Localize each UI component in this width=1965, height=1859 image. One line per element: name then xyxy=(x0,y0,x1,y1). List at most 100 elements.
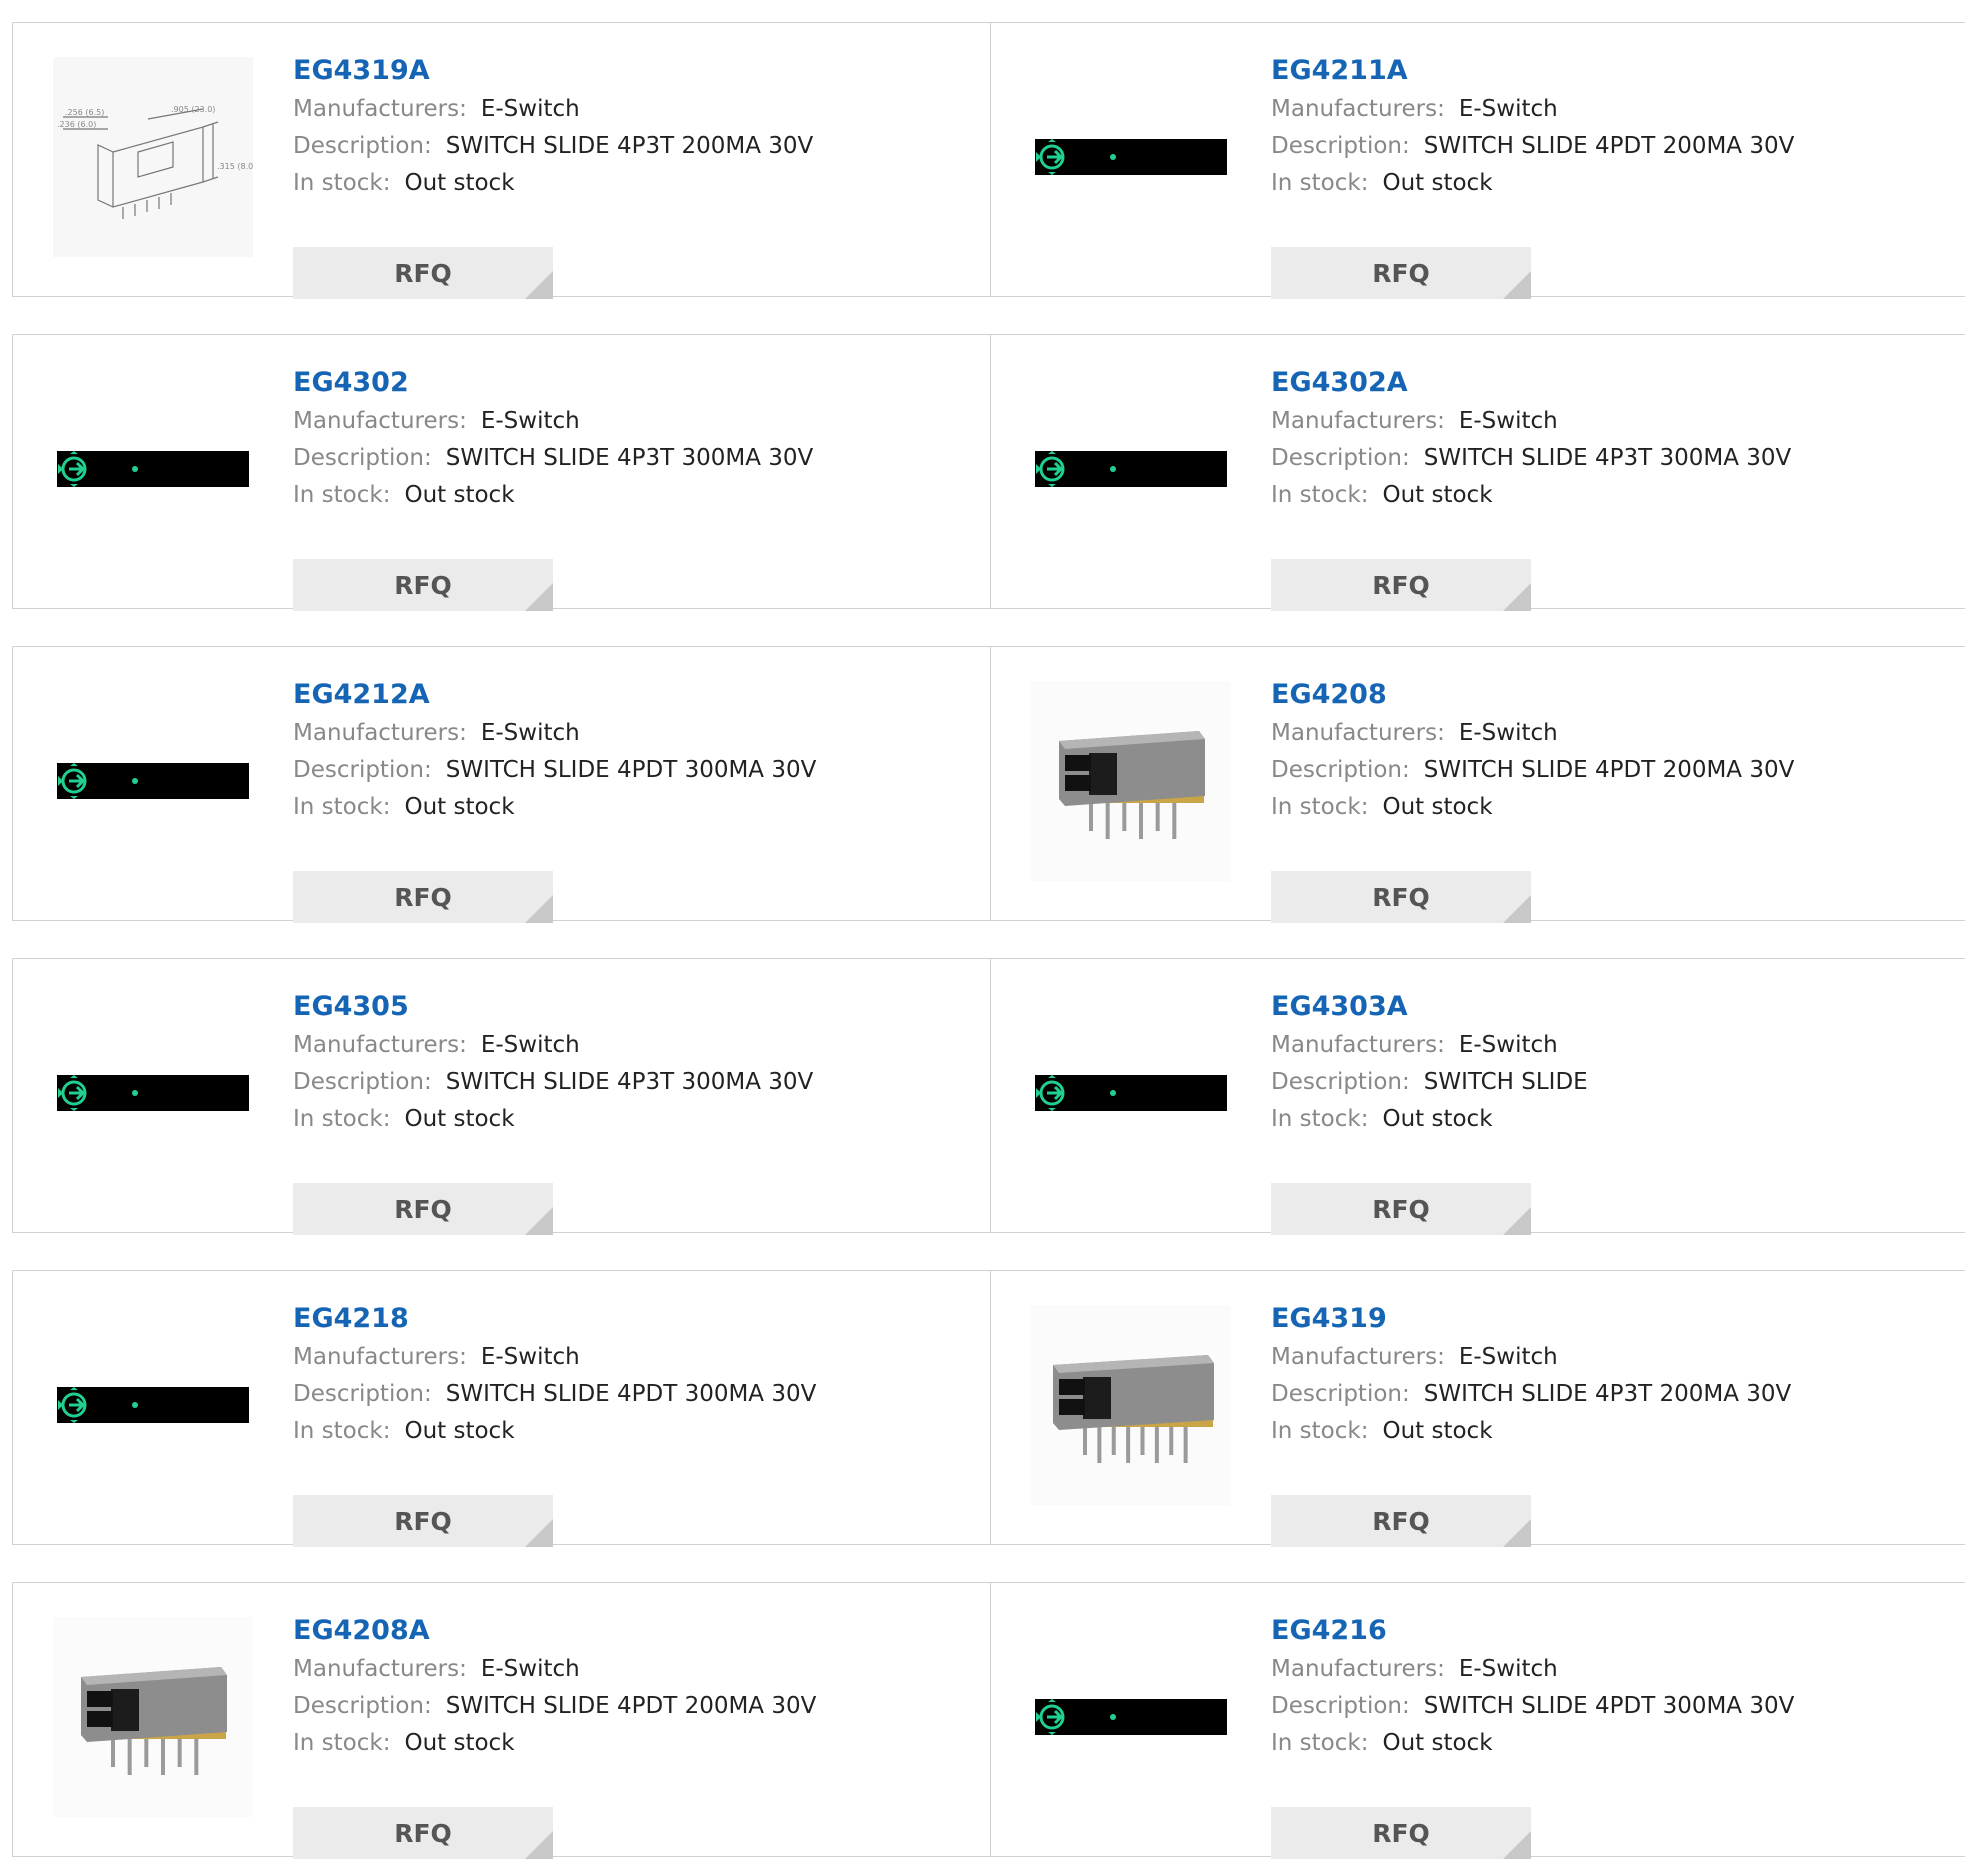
product-image[interactable] xyxy=(53,993,253,1193)
description-value: SWITCH SLIDE 4PDT 200MA 30V xyxy=(1423,757,1795,783)
description-row: Description: SWITCH SLIDE 4P3T 300MA 30V xyxy=(1271,440,1791,477)
rfq-label: RFQ xyxy=(394,258,452,288)
part-number-link[interactable]: EG4302A xyxy=(1271,363,1791,403)
part-number-link[interactable]: EG4319A xyxy=(293,51,813,91)
rfq-button[interactable]: RFQ xyxy=(293,247,553,299)
rfq-button[interactable]: RFQ xyxy=(293,559,553,611)
description-label: Description: xyxy=(293,1693,432,1719)
corner-triangle-icon xyxy=(1503,1519,1531,1547)
stock-row: In stock: Out stock xyxy=(1271,165,1794,201)
corner-triangle-icon xyxy=(525,1831,553,1859)
stock-row: In stock: Out stock xyxy=(293,165,813,201)
product-info: EG4212A Manufacturers: E-Switch Descripti… xyxy=(293,675,816,923)
svg-text:.905 (23.0): .905 (23.0) xyxy=(171,105,215,114)
product-image[interactable] xyxy=(1031,993,1231,1193)
stock-value: Out stock xyxy=(404,1418,515,1444)
manufacturer-label: Manufacturers: xyxy=(293,1344,467,1370)
rfq-button[interactable]: RFQ xyxy=(293,1495,553,1547)
manufacturer-value: E-Switch xyxy=(1458,1344,1558,1370)
manufacturer-row: Manufacturers: E-Switch xyxy=(293,1651,816,1688)
product-card: EG4216 Manufacturers: E-Switch Descriptio… xyxy=(991,1582,1965,1859)
manufacturer-label: Manufacturers: xyxy=(293,96,467,122)
part-number-link[interactable]: EG4208 xyxy=(1271,675,1794,715)
manufacturer-row: Manufacturers: E-Switch xyxy=(1271,91,1794,128)
rfq-button[interactable]: RFQ xyxy=(1271,1183,1531,1235)
product-image[interactable] xyxy=(53,681,253,881)
product-image[interactable] xyxy=(1031,57,1231,257)
manufacturer-value: E-Switch xyxy=(480,720,580,746)
rfq-button[interactable]: RFQ xyxy=(1271,559,1531,611)
manufacturer-row: Manufacturers: E-Switch xyxy=(293,403,813,440)
product-image[interactable] xyxy=(1031,369,1231,569)
description-label: Description: xyxy=(293,445,432,471)
manufacturer-row: Manufacturers: E-Switch xyxy=(1271,403,1791,440)
part-number-link[interactable]: EG4303A xyxy=(1271,987,1588,1027)
product-photo-icon xyxy=(53,1617,253,1817)
image-placeholder-icon xyxy=(1035,451,1227,487)
stock-value: Out stock xyxy=(1382,1418,1493,1444)
rfq-label: RFQ xyxy=(394,1194,452,1224)
product-card: EG4303A Manufacturers: E-Switch Descripti… xyxy=(991,958,1965,1235)
stock-value: Out stock xyxy=(1382,1730,1493,1756)
part-number-link[interactable]: EG4211A xyxy=(1271,51,1794,91)
stock-label: In stock: xyxy=(293,1418,391,1444)
image-placeholder-icon xyxy=(57,451,249,487)
corner-triangle-icon xyxy=(1503,1207,1531,1235)
stock-value: Out stock xyxy=(1382,794,1493,820)
description-row: Description: SWITCH SLIDE 4PDT 300MA 30V xyxy=(293,752,816,789)
manufacturer-row: Manufacturers: E-Switch xyxy=(1271,1651,1794,1688)
rfq-label: RFQ xyxy=(394,1506,452,1536)
part-number-link[interactable]: EG4212A xyxy=(293,675,816,715)
rfq-button[interactable]: RFQ xyxy=(1271,1807,1531,1859)
rfq-button[interactable]: RFQ xyxy=(293,871,553,923)
stock-value: Out stock xyxy=(404,1106,515,1132)
rfq-label: RFQ xyxy=(1372,1506,1430,1536)
product-info: EG4319A Manufacturers: E-Switch Descripti… xyxy=(293,51,813,299)
manufacturer-value: E-Switch xyxy=(1458,408,1558,434)
product-image[interactable] xyxy=(53,1617,253,1817)
part-number-link[interactable]: EG4208A xyxy=(293,1611,816,1651)
stock-label: In stock: xyxy=(1271,1730,1369,1756)
description-label: Description: xyxy=(293,1069,432,1095)
rfq-button[interactable]: RFQ xyxy=(293,1183,553,1235)
part-number-link[interactable]: EG4319 xyxy=(1271,1299,1791,1339)
image-placeholder-icon xyxy=(1035,1699,1227,1735)
description-label: Description: xyxy=(1271,1069,1410,1095)
rfq-label: RFQ xyxy=(1372,1818,1430,1848)
rfq-button[interactable]: RFQ xyxy=(1271,871,1531,923)
product-image[interactable] xyxy=(1031,1305,1231,1505)
manufacturer-value: E-Switch xyxy=(1458,720,1558,746)
manufacturer-row: Manufacturers: E-Switch xyxy=(1271,715,1794,752)
rfq-label: RFQ xyxy=(1372,1194,1430,1224)
product-info: EG4218 Manufacturers: E-Switch Descriptio… xyxy=(293,1299,816,1547)
stock-row: In stock: Out stock xyxy=(1271,789,1794,825)
part-number-link[interactable]: EG4218 xyxy=(293,1299,816,1339)
part-number-link[interactable]: EG4305 xyxy=(293,987,813,1027)
product-image[interactable] xyxy=(1031,1617,1231,1817)
product-info: EG4305 Manufacturers: E-Switch Descriptio… xyxy=(293,987,813,1235)
product-image[interactable] xyxy=(1031,681,1231,881)
product-info: EG4303A Manufacturers: E-Switch Descripti… xyxy=(1271,987,1588,1235)
product-image[interactable] xyxy=(53,1305,253,1505)
rfq-button[interactable]: RFQ xyxy=(293,1807,553,1859)
product-info: EG4319 Manufacturers: E-Switch Descriptio… xyxy=(1271,1299,1791,1547)
description-value: SWITCH SLIDE 4P3T 300MA 30V xyxy=(445,445,814,471)
rfq-label: RFQ xyxy=(1372,258,1430,288)
product-card: EG4305 Manufacturers: E-Switch Descriptio… xyxy=(12,958,991,1235)
description-value: SWITCH SLIDE 4P3T 200MA 30V xyxy=(1423,1381,1792,1407)
description-label: Description: xyxy=(1271,445,1410,471)
part-number-link[interactable]: EG4216 xyxy=(1271,1611,1794,1651)
stock-label: In stock: xyxy=(293,170,391,196)
manufacturer-value: E-Switch xyxy=(480,1656,580,1682)
rfq-button[interactable]: RFQ xyxy=(1271,247,1531,299)
product-image[interactable]: .256 (6.5) .236 (6.0) .905 (23.0) .315 (8.0… xyxy=(53,57,253,257)
description-row: Description: SWITCH SLIDE 4P3T 200MA 30V xyxy=(1271,1376,1791,1413)
rfq-button[interactable]: RFQ xyxy=(1271,1495,1531,1547)
stock-row: In stock: Out stock xyxy=(1271,1413,1791,1449)
manufacturer-row: Manufacturers: E-Switch xyxy=(293,91,813,128)
corner-triangle-icon xyxy=(525,1519,553,1547)
part-number-link[interactable]: EG4302 xyxy=(293,363,813,403)
manufacturer-row: Manufacturers: E-Switch xyxy=(1271,1339,1791,1376)
stock-value: Out stock xyxy=(404,170,515,196)
product-image[interactable] xyxy=(53,369,253,569)
